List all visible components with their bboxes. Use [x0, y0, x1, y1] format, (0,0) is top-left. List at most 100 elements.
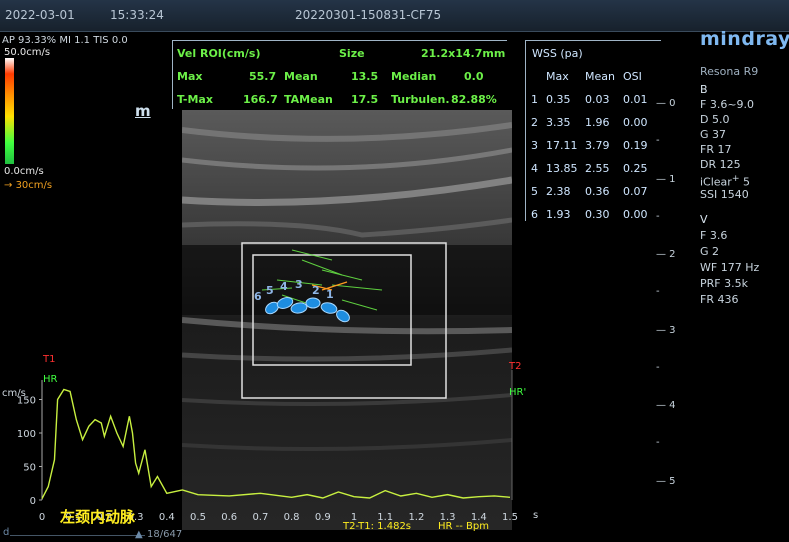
x-tick-label: 0.6 — [221, 512, 237, 523]
mean-value: 13.5 — [351, 70, 379, 83]
velocity-arrow-label: → 30cm/s — [4, 180, 53, 191]
hr-marker: HR — [43, 374, 58, 385]
vessel-label: 左颈内动脉 — [60, 508, 136, 526]
max-label: Max — [177, 70, 203, 83]
median-value: 0.0 — [464, 70, 484, 83]
ap-value: AP 93.33% — [2, 35, 57, 46]
exam-time: 15:33:24 — [110, 8, 164, 22]
x-tick-label: 0 — [39, 512, 45, 523]
wss-panel: WSS (pa) Max Mean OSI 1 0.35 0.03 0.01 2 3.35… — [525, 40, 661, 221]
wss-cell: 2.55 — [585, 162, 610, 175]
y-tick-label: 100 — [17, 429, 36, 440]
wss-row-index: 5 — [531, 185, 538, 198]
max-value: 55.7 — [249, 70, 277, 83]
depth-tick-label: — 4 — [656, 400, 676, 411]
tis-value: TIS 0.0 — [93, 35, 128, 46]
color-velocity-bar — [5, 58, 14, 164]
wss-point-label: 4 — [280, 280, 288, 293]
wss-cell: 0.36 — [585, 185, 610, 198]
y-tick-label: 0 — [30, 496, 36, 507]
size-value: 21.2x14.7mm — [421, 47, 506, 60]
wss-point-label: 3 — [295, 278, 303, 291]
doppler-trace-graph: 1501005000 0.1 0.2 0.3 0.4 0.5 0.6 0.7 0.8 0.9 1 1.… — [17, 370, 518, 523]
wss-point-label: 2 — [312, 284, 320, 297]
frame-counter: 18/647 — [147, 529, 183, 540]
tmax-label: T-Max — [177, 93, 213, 106]
iclear-label: iClear — [700, 175, 732, 189]
depth-tick-label: — 5 — [656, 475, 676, 487]
hr-prime-marker: HR' — [509, 387, 527, 398]
wss-header-max: Max — [546, 70, 569, 83]
wss-title: WSS (pa) — [532, 47, 583, 60]
turbulence-label: Turbulen. — [391, 93, 450, 106]
wss-header-mean: Mean — [585, 70, 615, 83]
wss-cell: 0.19 — [623, 139, 648, 152]
iclear-value: 5 — [743, 175, 751, 189]
wss-row-index: 4 — [531, 162, 538, 175]
exam-date: 2022-03-01 — [5, 8, 75, 22]
wss-cell: 0.35 — [546, 93, 571, 106]
tamean-label: TAMean — [284, 93, 333, 106]
cine-slider-handle[interactable]: ▲ — [135, 529, 143, 540]
wss-header-osi: OSI — [623, 70, 642, 83]
depth-tick-label: — 1 — [656, 173, 676, 185]
depth-scale — [652, 105, 653, 485]
depth-tick-label: — 2 — [656, 249, 676, 260]
velocity-trace-line — [41, 388, 511, 499]
b-depth: D 5.0 — [700, 113, 730, 126]
x-tick-label: 0.5 — [190, 512, 206, 523]
depth-tick-label: — 3 — [656, 324, 676, 336]
wss-cell: 0.00 — [623, 116, 648, 129]
v-wall-filter: WF 177 Hz — [700, 261, 760, 274]
graph-unit: cm/s — [2, 388, 26, 399]
x-tick-label: 0.8 — [284, 512, 300, 523]
t2-t1-interval: T2-T1: 1.482s — [343, 521, 412, 532]
vel-roi-panel: Vel ROI(cm/s) Size 21.2x14.7mm Max 55.7 … — [172, 40, 507, 109]
v-gain: G 2 — [700, 245, 720, 258]
x-tick-label: 0.7 — [252, 512, 268, 523]
frame-prefix: d — [3, 527, 10, 538]
wss-row-index: 1 — [531, 93, 538, 106]
depth-minor-tick: - — [656, 135, 660, 146]
depth-minor-tick: - — [656, 210, 660, 222]
wss-cell: 17.11 — [546, 139, 578, 152]
wss-cell: 0.30 — [585, 208, 610, 221]
b-frequency: F 3.6~9.0 — [700, 98, 755, 111]
wss-point-label: 6 — [254, 290, 262, 303]
wss-point-label: 1 — [326, 288, 334, 301]
x-axis-unit: s — [533, 510, 539, 521]
wss-cell: 0.07 — [623, 185, 648, 198]
v-prf: PRF 3.5k — [700, 277, 748, 290]
t2-marker: T2 — [509, 361, 522, 372]
acoustic-info: AP 93.33% MI 1.1 TIS 0.0 — [2, 35, 128, 46]
wss-cell: 2.38 — [546, 185, 571, 198]
iclear-sup: + — [731, 173, 740, 184]
tmax-value: 166.7 — [243, 93, 278, 106]
b-dynamic-range: DR 125 — [700, 158, 741, 171]
t1-marker: T1 — [43, 354, 56, 365]
wss-cell: 0.03 — [585, 93, 610, 106]
mean-label: Mean — [284, 70, 318, 83]
median-label: Median — [391, 70, 437, 83]
b-iclear: iClear+ 5 — [700, 173, 750, 189]
depth-minor-tick: - — [656, 437, 660, 448]
heart-rate: HR -- Bpm — [438, 521, 489, 532]
velocity-arrow-value: 30cm/s — [15, 180, 53, 191]
color-scale-bottom: 0.0cm/s — [4, 166, 44, 177]
b-mode-label: B — [700, 83, 708, 96]
cine-slider-track[interactable] — [10, 535, 145, 536]
wss-point-label: 5 — [266, 284, 274, 297]
size-label: Size — [339, 47, 365, 60]
y-tick-label: 50 — [23, 463, 36, 474]
wss-row-index: 6 — [531, 208, 538, 221]
b-gain: G 37 — [700, 128, 727, 141]
wss-cell: 3.35 — [546, 116, 571, 129]
depth-tick-label: — 0 — [656, 98, 676, 109]
turbulence-value: 82.88% — [451, 93, 497, 106]
wss-cell: 13.85 — [546, 162, 578, 175]
color-scale-top: 50.0cm/s — [4, 47, 51, 58]
b-ssi: SSI 1540 — [700, 188, 749, 201]
depth-minor-tick: - — [656, 286, 660, 297]
imaging-parameters: B F 3.6~9.0 D 5.0 G 37 FR 17 DR 125 iCle… — [698, 0, 788, 320]
wss-row-index: 3 — [531, 139, 538, 152]
